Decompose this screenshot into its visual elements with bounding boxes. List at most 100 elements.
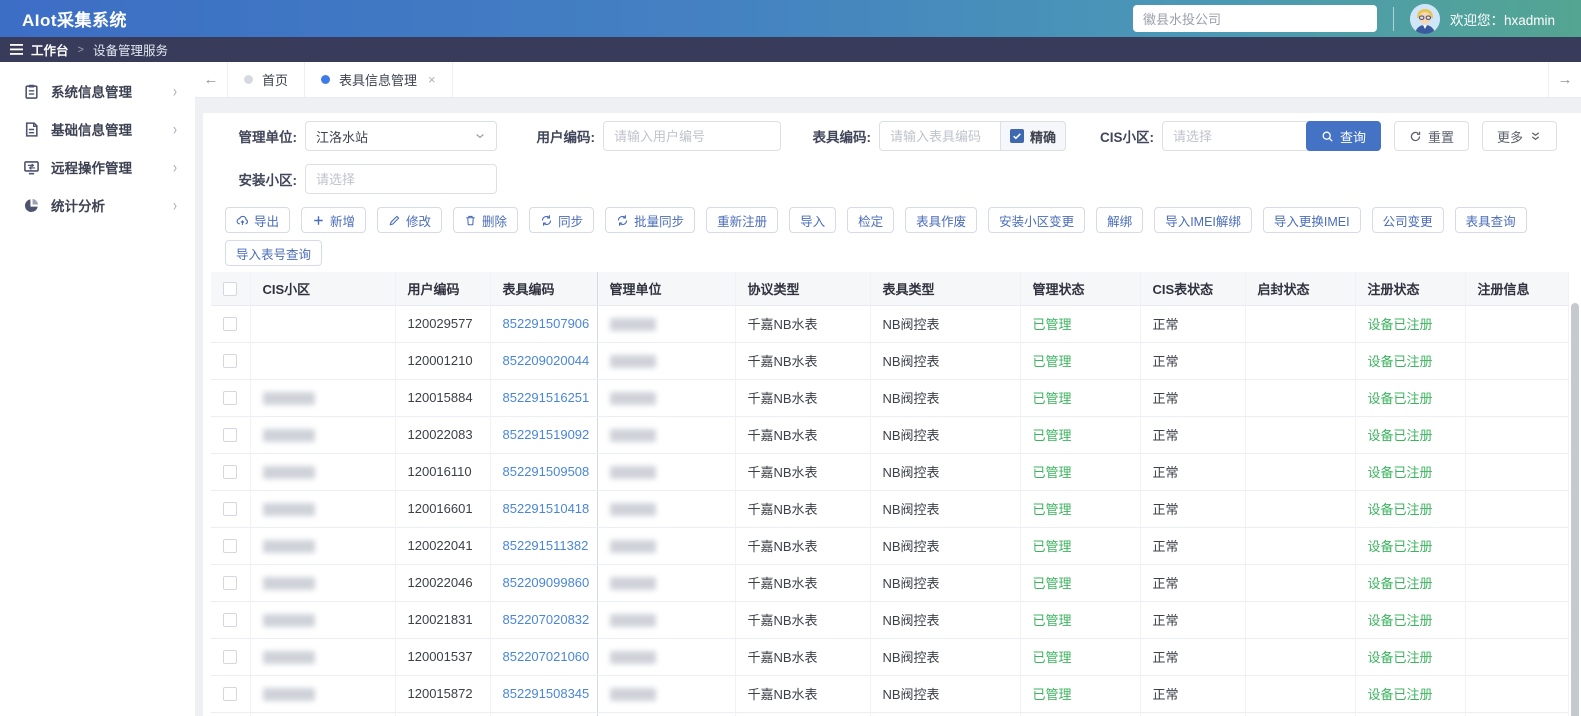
- redacted-text: [609, 466, 656, 480]
- meter-code-link[interactable]: 852207020832: [503, 612, 590, 627]
- vertical-scrollbar[interactable]: [1571, 303, 1579, 716]
- cell-seal: [1245, 527, 1356, 565]
- reset-button[interactable]: 重置: [1393, 121, 1469, 151]
- meter-code-link[interactable]: 852209020044: [503, 353, 590, 368]
- user-code-input[interactable]: [614, 128, 770, 144]
- meter-code-link[interactable]: 852291511382: [503, 538, 589, 553]
- cell-meter: 852291510418: [490, 490, 598, 528]
- toolbar-button-公司变更[interactable]: 公司变更: [1371, 207, 1444, 233]
- action-toolbar: 导出 新增 修改 删除 同步 批量同步 重新注册 导入 检定 表具作废 安装小区变更 解绑 导入IMEI…: [203, 207, 1581, 266]
- status-badge: 设备已注册: [1367, 428, 1433, 443]
- meter-code-group: 精确: [879, 121, 1067, 151]
- header-divider: [1392, 6, 1394, 31]
- cell-reg: 设备已注册: [1355, 527, 1466, 565]
- more-button[interactable]: 更多: [1481, 121, 1557, 151]
- meter-code-link[interactable]: 852291509508: [503, 464, 590, 479]
- column-header-meter_type: 表具类型: [870, 272, 1021, 306]
- sidebar-menu: 系统信息管理 › 基础信息管理 › 远程操作管理 › 统计分析 ›: [0, 62, 195, 224]
- toolbar-button-导入表号查询[interactable]: 导入表号查询: [225, 240, 323, 266]
- row-checkbox[interactable]: [223, 391, 238, 406]
- avatar[interactable]: [1409, 3, 1440, 34]
- tabs-scroll-right-icon[interactable]: →: [1548, 62, 1581, 97]
- cell-seal: [1245, 453, 1356, 491]
- sidebar-item-clipboard[interactable]: 系统信息管理 ›: [0, 72, 195, 110]
- table-row: 120001210 852209020044 千嘉NB水表 NB阀控表 已管理 正常 设备已…: [211, 342, 1569, 380]
- toolbar-button-表具查询[interactable]: 表具查询: [1454, 207, 1527, 233]
- meter-code-link[interactable]: 852209099860: [503, 575, 590, 590]
- row-checkbox[interactable]: [223, 465, 238, 480]
- meter-code-link[interactable]: 852291510418: [503, 501, 590, 516]
- toolbar-button-批量同步[interactable]: 批量同步: [605, 207, 696, 233]
- sync-icon: [540, 214, 553, 227]
- unit-select-value: 江洛水站: [316, 129, 369, 145]
- row-checkbox[interactable]: [223, 576, 238, 591]
- select-all-checkbox[interactable]: [223, 282, 238, 297]
- cell-org: [597, 379, 736, 417]
- toolbar-button-解绑[interactable]: 解绑: [1096, 207, 1144, 233]
- meter-code-link[interactable]: 852291516251: [503, 390, 590, 405]
- tab-status-dot: [244, 75, 253, 84]
- toolbar-button-检定[interactable]: 检定: [847, 207, 895, 233]
- row-checkbox[interactable]: [223, 502, 238, 517]
- sidebar-item-remote-control[interactable]: 远程操作管理 ›: [0, 148, 195, 186]
- toolbar-button-删除[interactable]: 删除: [453, 207, 519, 233]
- cell-meter: 852291508345: [490, 675, 598, 713]
- search-button[interactable]: 查询: [1305, 121, 1381, 151]
- tab-首页[interactable]: 首页: [228, 62, 306, 97]
- company-search-input[interactable]: [1132, 5, 1377, 32]
- unit-select[interactable]: 江洛水站: [305, 121, 497, 151]
- sidebar-item-document[interactable]: 基础信息管理 ›: [0, 110, 195, 148]
- row-checkbox[interactable]: [223, 650, 238, 665]
- toolbar-button-安装小区变更[interactable]: 安装小区变更: [988, 207, 1086, 233]
- toolbar-button-导入更换IMEI[interactable]: 导入更换IMEI: [1262, 207, 1361, 233]
- exact-match-checkbox[interactable]: [1010, 129, 1024, 143]
- table-body: 120029577 852291507906 千嘉NB水表 NB阀控表 已管理 正常 设备已…: [211, 305, 1569, 716]
- status-badge: 已管理: [1032, 354, 1072, 369]
- status-badge: 已管理: [1032, 465, 1072, 480]
- meter-code-link[interactable]: 852291507906: [503, 316, 590, 331]
- toolbar-button-重新注册[interactable]: 重新注册: [706, 207, 779, 233]
- meter-code-input[interactable]: [890, 128, 990, 144]
- toolbar-button-新增[interactable]: 新增: [301, 207, 367, 233]
- cell-protocol: 千嘉NB水表: [735, 416, 871, 454]
- cell-cis_status: 正常: [1140, 601, 1246, 639]
- sidebar-item-pie-chart[interactable]: 统计分析 ›: [0, 186, 195, 224]
- toolbar-button-表具作废[interactable]: 表具作废: [905, 207, 978, 233]
- close-icon[interactable]: ×: [428, 72, 436, 87]
- breadcrumb-current: 设备管理服务: [92, 44, 168, 58]
- cell-cis_status: 正常: [1140, 453, 1246, 491]
- meter-code-link[interactable]: 852291508345: [503, 686, 590, 701]
- toolbar-button-导入IMEI解绑[interactable]: 导入IMEI解绑: [1154, 207, 1252, 233]
- row-checkbox[interactable]: [223, 687, 238, 702]
- toolbar-button-修改[interactable]: 修改: [377, 207, 443, 233]
- tabbar-spacer: [453, 62, 1548, 97]
- hamburger-icon[interactable]: [10, 44, 23, 55]
- cell-mgmt: 已管理: [1020, 675, 1141, 713]
- row-checkbox[interactable]: [223, 539, 238, 554]
- row-checkbox[interactable]: [223, 613, 238, 628]
- toolbar-button-导出[interactable]: 导出: [225, 207, 291, 233]
- redacted-text: [262, 466, 315, 480]
- row-checkbox[interactable]: [223, 354, 238, 369]
- header-right: 欢迎您：hxadmin: [1132, 0, 1581, 37]
- cell-org: [597, 601, 736, 639]
- meter-code-link[interactable]: 852207021060: [503, 649, 590, 664]
- cell-cis: [250, 490, 396, 528]
- toolbar-button-导入[interactable]: 导入: [789, 207, 837, 233]
- cell-protocol: 千嘉NB水表: [735, 379, 871, 417]
- tabs-scroll-left-icon[interactable]: ←: [195, 62, 228, 97]
- toolbar-button-同步[interactable]: 同步: [529, 207, 595, 233]
- cell-_cb: [211, 453, 251, 491]
- tab-label: 首页: [262, 73, 289, 88]
- cell-_cb: [211, 305, 251, 343]
- breadcrumb-home[interactable]: 工作台: [31, 40, 69, 59]
- cell-cis: [250, 342, 396, 380]
- install-area-input[interactable]: [316, 171, 486, 187]
- row-checkbox[interactable]: [223, 317, 238, 332]
- status-badge: 设备已注册: [1367, 687, 1433, 702]
- cis-area-input[interactable]: [1173, 128, 1327, 144]
- meter-code-link[interactable]: 852291519092: [503, 427, 590, 442]
- row-checkbox[interactable]: [223, 428, 238, 443]
- tab-表具信息管理[interactable]: 表具信息管理 ×: [305, 62, 453, 97]
- cell-cis: [250, 527, 396, 565]
